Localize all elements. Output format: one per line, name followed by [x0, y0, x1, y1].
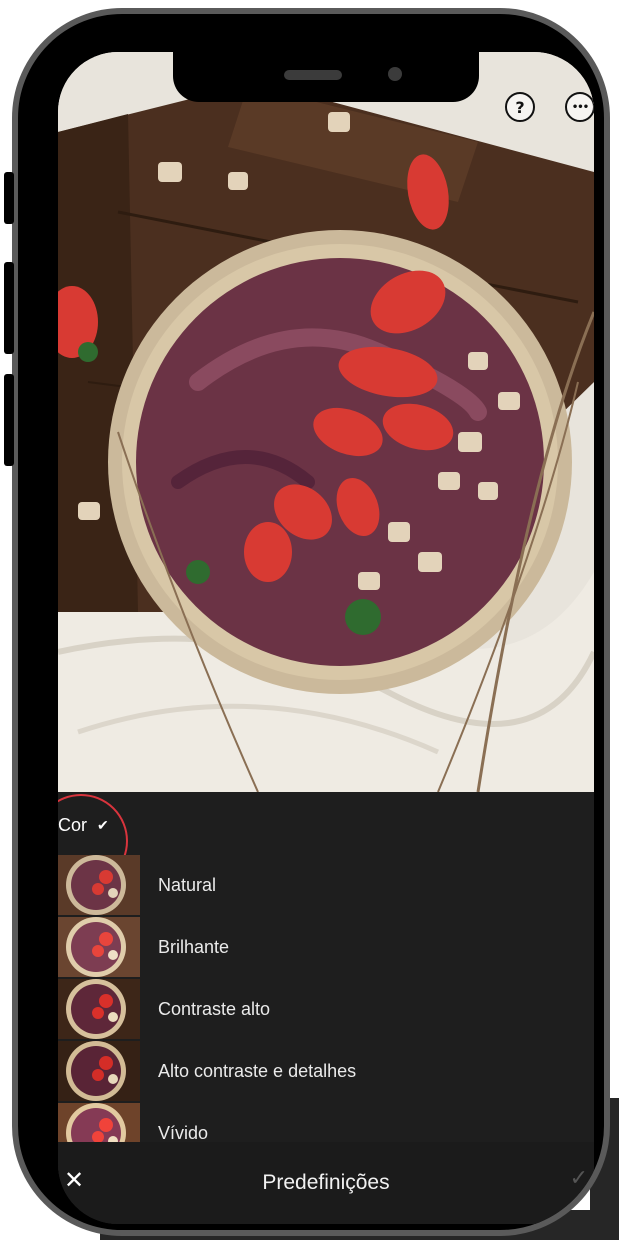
chevron-down-icon: ✔ [97, 816, 109, 833]
preset-item-natural[interactable]: Natural [58, 854, 594, 916]
close-icon[interactable]: ✕ [64, 1166, 84, 1194]
photo-image [58, 52, 594, 792]
app-screen: ? ••• Cor ✔ Natural Brilhante Contraste … [58, 52, 594, 1224]
preset-list: Natural Brilhante Contraste alto Alto co… [58, 854, 594, 1164]
more-icon[interactable]: ••• [565, 92, 594, 122]
device-notch [173, 52, 479, 102]
category-dropdown[interactable]: Cor ✔ [58, 794, 128, 888]
preset-thumbnail [58, 1041, 140, 1101]
side-button-volume-up [4, 262, 14, 354]
more-icon-glyph: ••• [571, 101, 589, 113]
preset-label: Alto contraste e detalhes [158, 1060, 357, 1081]
preset-item-alto-contraste-detalhes[interactable]: Alto contraste e detalhes [58, 1040, 594, 1102]
preset-label: Vívido [158, 1122, 209, 1143]
check-icon[interactable]: ✓ [570, 1166, 588, 1191]
help-icon[interactable]: ? [505, 92, 535, 122]
preset-thumbnail [58, 855, 140, 915]
preset-item-contraste-alto[interactable]: Contraste alto [58, 978, 594, 1040]
photo-preview[interactable] [58, 52, 594, 792]
preset-label: Brilhante [158, 936, 230, 957]
preset-item-brilhante[interactable]: Brilhante [58, 916, 594, 978]
front-camera [388, 67, 402, 81]
preset-thumbnail [58, 917, 140, 977]
phone-frame: ? ••• Cor ✔ Natural Brilhante Contraste … [12, 8, 610, 1236]
preset-thumbnail [58, 979, 140, 1039]
help-icon-glyph: ? [515, 97, 525, 117]
side-button-silent [4, 172, 14, 224]
speaker-grille [284, 70, 342, 80]
presets-panel: Cor ✔ Natural Brilhante Contraste alto A… [58, 792, 594, 1224]
preset-label: Natural [158, 874, 217, 895]
category-label: Cor [58, 814, 88, 835]
bottom-bar: ✕ Predefinições ✓ [58, 1142, 594, 1224]
preset-label: Contraste alto [158, 998, 271, 1019]
side-button-volume-down [4, 374, 14, 466]
page-title: Predefinições [262, 1171, 390, 1194]
